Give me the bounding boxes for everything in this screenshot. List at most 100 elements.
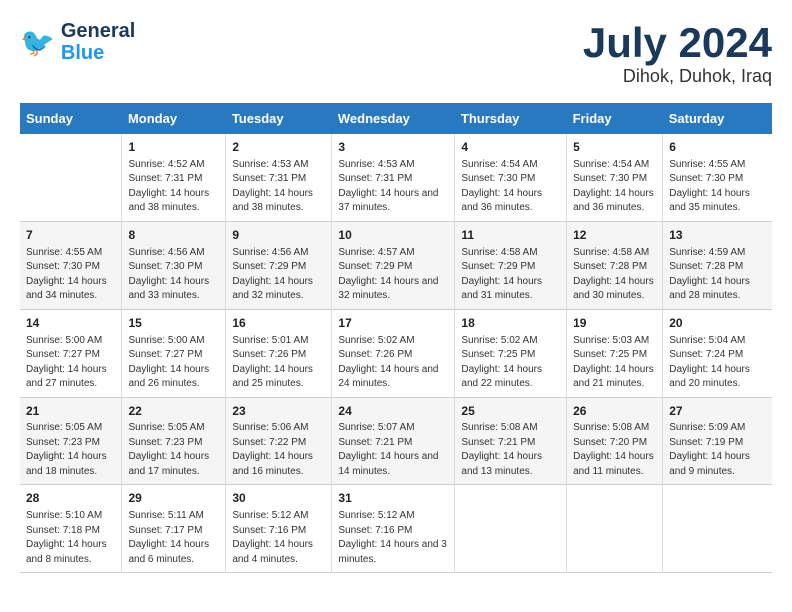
cell-info: Sunrise: 4:58 AM Sunset: 7:29 PM Dayligh…: [461, 246, 560, 304]
day-header-sunday: Sunday: [20, 103, 122, 134]
calendar-cell: 22Sunrise: 5:05 AM Sunset: 7:23 PM Dayli…: [122, 397, 226, 485]
calendar-cell: 14 Sunrise: 5:00 AM Sunset: 7:27 PM Dayli…: [20, 309, 122, 397]
date-number: 26: [573, 403, 656, 420]
date-number: 13: [669, 227, 766, 244]
cell-info: Sunrise: 4:56 AM Sunset: 7:29 PM Dayligh…: [232, 246, 325, 304]
cell-info: Sunrise: 5:05 AM Sunset: 7:23 PM Dayligh…: [128, 421, 219, 479]
cell-info: Sunrise: 5:07 AM Sunset: 7:21 PM Dayligh…: [338, 421, 448, 479]
date-number: 5: [573, 139, 656, 156]
cell-info: Sunrise: 5:05 AM Sunset: 7:23 PM Dayligh…: [26, 421, 115, 479]
day-header-tuesday: Tuesday: [226, 103, 332, 134]
calendar-cell: 13 Sunrise: 4:59 AM Sunset: 7:28 PM Dayli…: [663, 221, 772, 309]
date-number: 6: [669, 139, 766, 156]
date-number: 4: [461, 139, 560, 156]
day-header-monday: Monday: [122, 103, 226, 134]
calendar-cell: 24Sunrise: 5:07 AM Sunset: 7:21 PM Dayli…: [332, 397, 455, 485]
cell-info: Sunrise: 5:08 AM Sunset: 7:21 PM Dayligh…: [461, 421, 560, 479]
calendar-cell: [567, 485, 663, 573]
date-number: 24: [338, 403, 448, 420]
date-number: 19: [573, 315, 656, 332]
date-number: 27: [669, 403, 766, 420]
calendar-cell: 25Sunrise: 5:08 AM Sunset: 7:21 PM Dayli…: [455, 397, 567, 485]
calendar-week-row: 7 Sunrise: 4:55 AM Sunset: 7:30 PM Daylig…: [20, 221, 772, 309]
date-number: 12: [573, 227, 656, 244]
calendar-cell: 11 Sunrise: 4:58 AM Sunset: 7:29 PM Dayli…: [455, 221, 567, 309]
calendar-cell: 18 Sunrise: 5:02 AM Sunset: 7:25 PM Dayli…: [455, 309, 567, 397]
calendar-cell: 29Sunrise: 5:11 AM Sunset: 7:17 PM Dayli…: [122, 485, 226, 573]
cell-info: Sunrise: 5:04 AM Sunset: 7:24 PM Dayligh…: [669, 334, 766, 392]
date-number: 22: [128, 403, 219, 420]
date-number: 2: [232, 139, 325, 156]
calendar-cell: 15 Sunrise: 5:00 AM Sunset: 7:27 PM Dayli…: [122, 309, 226, 397]
cell-info: Sunrise: 5:08 AM Sunset: 7:20 PM Dayligh…: [573, 421, 656, 479]
calendar-cell: 26Sunrise: 5:08 AM Sunset: 7:20 PM Dayli…: [567, 397, 663, 485]
calendar-cell: 3Sunrise: 4:53 AM Sunset: 7:31 PM Daylig…: [332, 134, 455, 221]
calendar-cell: 9 Sunrise: 4:56 AM Sunset: 7:29 PM Daylig…: [226, 221, 332, 309]
calendar-cell: 16Sunrise: 5:01 AM Sunset: 7:26 PM Dayli…: [226, 309, 332, 397]
calendar-cell: 27Sunrise: 5:09 AM Sunset: 7:19 PM Dayli…: [663, 397, 772, 485]
cell-info: Sunrise: 5:10 AM Sunset: 7:18 PM Dayligh…: [26, 509, 115, 567]
calendar-cell: 2 Sunrise: 4:53 AM Sunset: 7:31 PM Daylig…: [226, 134, 332, 221]
cell-info: Sunrise: 4:55 AM Sunset: 7:30 PM Dayligh…: [26, 246, 115, 304]
date-number: 15: [128, 315, 219, 332]
date-number: 29: [128, 490, 219, 507]
date-number: 14: [26, 315, 115, 332]
date-number: 8: [128, 227, 219, 244]
logo-text: General Blue: [61, 20, 135, 64]
calendar-header-row: SundayMondayTuesdayWednesdayThursdayFrid…: [20, 103, 772, 134]
date-number: 1: [128, 139, 219, 156]
date-number: 30: [232, 490, 325, 507]
date-number: 11: [461, 227, 560, 244]
calendar-cell: 23Sunrise: 5:06 AM Sunset: 7:22 PM Dayli…: [226, 397, 332, 485]
location-subtitle: Dihok, Duhok, Iraq: [583, 66, 772, 87]
calendar-cell: 17Sunrise: 5:02 AM Sunset: 7:26 PM Dayli…: [332, 309, 455, 397]
calendar-cell: [455, 485, 567, 573]
date-number: 18: [461, 315, 560, 332]
date-number: 31: [338, 490, 448, 507]
cell-info: Sunrise: 5:12 AM Sunset: 7:16 PM Dayligh…: [338, 509, 448, 567]
date-number: 21: [26, 403, 115, 420]
calendar-cell: 28 Sunrise: 5:10 AM Sunset: 7:18 PM Dayli…: [20, 485, 122, 573]
cell-info: Sunrise: 5:00 AM Sunset: 7:27 PM Dayligh…: [128, 334, 219, 392]
calendar-cell: [20, 134, 122, 221]
day-header-wednesday: Wednesday: [332, 103, 455, 134]
date-number: 23: [232, 403, 325, 420]
date-number: 16: [232, 315, 325, 332]
cell-info: Sunrise: 4:56 AM Sunset: 7:30 PM Dayligh…: [128, 246, 219, 304]
calendar-cell: 19Sunrise: 5:03 AM Sunset: 7:25 PM Dayli…: [567, 309, 663, 397]
calendar-cell: [663, 485, 772, 573]
calendar-cell: 4Sunrise: 4:54 AM Sunset: 7:30 PM Daylig…: [455, 134, 567, 221]
cell-info: Sunrise: 5:00 AM Sunset: 7:27 PM Dayligh…: [26, 334, 115, 392]
logo: 🐦 General Blue: [20, 20, 135, 64]
calendar-cell: 1 Sunrise: 4:52 AM Sunset: 7:31 PM Daylig…: [122, 134, 226, 221]
date-number: 7: [26, 227, 115, 244]
cell-info: Sunrise: 5:02 AM Sunset: 7:25 PM Dayligh…: [461, 334, 560, 392]
calendar-cell: 10 Sunrise: 4:57 AM Sunset: 7:29 PM Dayli…: [332, 221, 455, 309]
calendar-week-row: 14 Sunrise: 5:00 AM Sunset: 7:27 PM Dayli…: [20, 309, 772, 397]
cell-info: Sunrise: 5:02 AM Sunset: 7:26 PM Dayligh…: [338, 334, 448, 392]
page-header: 🐦 General Blue July 2024 Dihok, Duhok, I…: [20, 20, 772, 87]
date-number: 28: [26, 490, 115, 507]
calendar-cell: 6Sunrise: 4:55 AM Sunset: 7:30 PM Daylig…: [663, 134, 772, 221]
calendar-cell: 31 Sunrise: 5:12 AM Sunset: 7:16 PM Dayli…: [332, 485, 455, 573]
date-number: 25: [461, 403, 560, 420]
cell-info: Sunrise: 4:53 AM Sunset: 7:31 PM Dayligh…: [232, 158, 325, 216]
cell-info: Sunrise: 5:12 AM Sunset: 7:16 PM Dayligh…: [232, 509, 325, 567]
calendar-cell: 30 Sunrise: 5:12 AM Sunset: 7:16 PM Dayli…: [226, 485, 332, 573]
calendar-cell: 7 Sunrise: 4:55 AM Sunset: 7:30 PM Daylig…: [20, 221, 122, 309]
cell-info: Sunrise: 4:57 AM Sunset: 7:29 PM Dayligh…: [338, 246, 448, 304]
calendar-cell: 21Sunrise: 5:05 AM Sunset: 7:23 PM Dayli…: [20, 397, 122, 485]
date-number: 20: [669, 315, 766, 332]
calendar-cell: 8 Sunrise: 4:56 AM Sunset: 7:30 PM Daylig…: [122, 221, 226, 309]
cell-info: Sunrise: 5:09 AM Sunset: 7:19 PM Dayligh…: [669, 421, 766, 479]
calendar-cell: 12Sunrise: 4:58 AM Sunset: 7:28 PM Dayli…: [567, 221, 663, 309]
date-number: 9: [232, 227, 325, 244]
calendar-cell: 5Sunrise: 4:54 AM Sunset: 7:30 PM Daylig…: [567, 134, 663, 221]
month-year-title: July 2024: [583, 20, 772, 66]
date-number: 3: [338, 139, 448, 156]
calendar-week-row: 21Sunrise: 5:05 AM Sunset: 7:23 PM Dayli…: [20, 397, 772, 485]
date-number: 10: [338, 227, 448, 244]
day-header-saturday: Saturday: [663, 103, 772, 134]
cell-info: Sunrise: 4:59 AM Sunset: 7:28 PM Dayligh…: [669, 246, 766, 304]
cell-info: Sunrise: 4:52 AM Sunset: 7:31 PM Dayligh…: [128, 158, 219, 216]
